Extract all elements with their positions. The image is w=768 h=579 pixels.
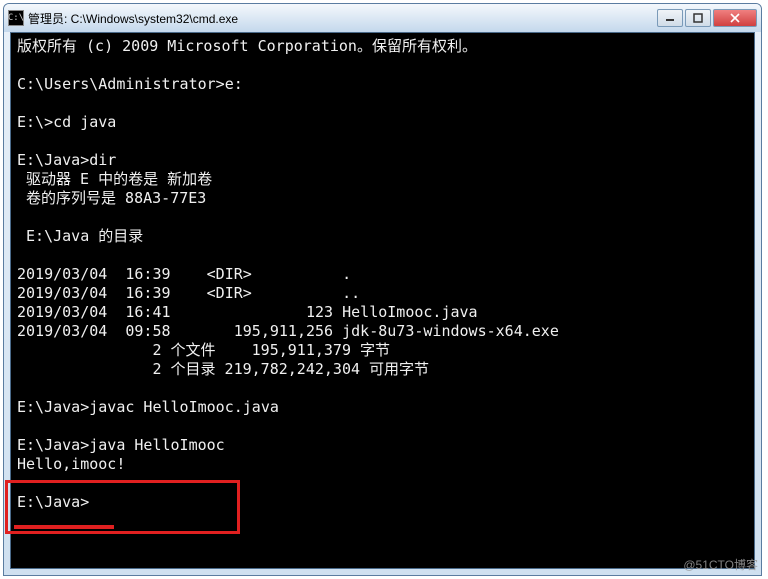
output-line: C:\Users\Administrator>e: [17, 75, 748, 94]
output-line [17, 379, 748, 398]
output-line [17, 246, 748, 265]
window-title: 管理员: C:\Windows\system32\cmd.exe [28, 10, 657, 27]
output-line [17, 56, 748, 75]
output-line: 卷的序列号是 88A3-77E3 [17, 189, 748, 208]
output-line: E:\Java>dir [17, 151, 748, 170]
close-button[interactable] [713, 9, 757, 27]
window-controls [657, 9, 757, 27]
watermark: @51CTO博客 [683, 556, 758, 573]
titlebar[interactable]: C:\ 管理员: C:\Windows\system32\cmd.exe [4, 4, 761, 32]
output-line: 2019/03/04 16:39 <DIR> . [17, 265, 748, 284]
output-line: E:\Java>javac HelloImooc.java [17, 398, 748, 417]
output-line: E:\Java 的目录 [17, 227, 748, 246]
output-line: 2019/03/04 16:39 <DIR> .. [17, 284, 748, 303]
cmd-window: C:\ 管理员: C:\Windows\system32\cmd.exe 版权所… [3, 3, 762, 576]
output-line: E:\Java> [17, 493, 748, 512]
output-line [17, 474, 748, 493]
output-line: 版权所有 (c) 2009 Microsoft Corporation。保留所有… [17, 37, 748, 56]
maximize-button[interactable] [685, 9, 711, 27]
output-line: 驱动器 E 中的卷是 新加卷 [17, 170, 748, 189]
output-line: E:\Java>java HelloImooc [17, 436, 748, 455]
minimize-button[interactable] [657, 9, 683, 27]
output-line [17, 208, 748, 227]
output-line [17, 417, 748, 436]
console-output[interactable]: 版权所有 (c) 2009 Microsoft Corporation。保留所有… [10, 32, 755, 569]
output-line [17, 132, 748, 151]
output-line: 2019/03/04 09:58 195,911,256 jdk-8u73-wi… [17, 322, 748, 341]
output-line: 2 个文件 195,911,379 字节 [17, 341, 748, 360]
output-line: Hello,imooc! [17, 455, 748, 474]
output-line: 2 个目录 219,782,242,304 可用字节 [17, 360, 748, 379]
output-line [17, 94, 748, 113]
annotation-underline [14, 525, 114, 529]
cmd-icon: C:\ [8, 10, 24, 26]
output-line: E:\>cd java [17, 113, 748, 132]
output-line: 2019/03/04 16:41 123 HelloImooc.java [17, 303, 748, 322]
